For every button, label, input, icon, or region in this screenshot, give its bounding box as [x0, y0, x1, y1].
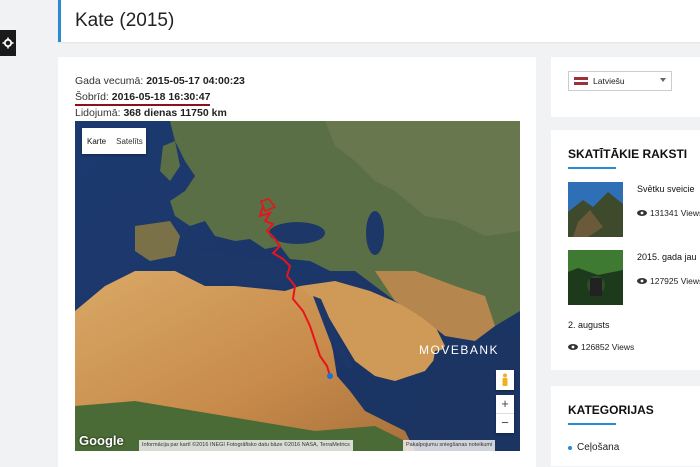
categories-heading: KATEGORIJAS	[568, 403, 654, 417]
terms-link[interactable]: Pakalpojumu sniegšanas noteikumi	[403, 440, 496, 451]
now-value: 2016-05-18 16:30:47	[111, 91, 211, 103]
map-type-satellite-button[interactable]: Satelīts	[111, 137, 148, 146]
main-content: Gada vecumā: 2015-05-17 04:00:23 Šobrīd:…	[58, 57, 536, 467]
movebank-logo: MOVEBANK	[419, 343, 500, 357]
language-widget: Latviešu	[551, 57, 700, 117]
tracking-info: Gada vecumā: 2015-05-17 04:00:23 Šobrīd:…	[75, 73, 245, 121]
map-type-map-button[interactable]: Karte	[82, 137, 111, 146]
bullet-icon	[568, 445, 572, 450]
flight-label: Lidojumā:	[75, 107, 121, 119]
category-item[interactable]: Ceļošana	[568, 442, 619, 453]
post-views: 131341 Views	[637, 208, 700, 218]
post-title[interactable]: 2. augusts	[568, 320, 610, 330]
post-views: 127925 Views	[637, 276, 700, 286]
category-label[interactable]: Ceļošana	[577, 442, 619, 453]
list-item[interactable]: 2015. gada jau 127925 Views	[568, 250, 700, 306]
zoom-in-button[interactable]: +	[496, 395, 514, 414]
post-title[interactable]: 2015. gada jau	[637, 252, 697, 262]
post-title[interactable]: Svētku sveicie	[637, 184, 695, 194]
map-type-control: Karte Satelīts	[82, 128, 146, 154]
chevron-down-icon	[660, 78, 666, 82]
list-item[interactable]: Svētku sveicie 131341 Views	[568, 182, 700, 238]
now-row: Šobrīd: 2016-05-18 16:30:47	[75, 89, 245, 106]
categories-widget: KATEGORIJAS Ceļošana	[551, 386, 700, 466]
satellite-map-image	[75, 121, 520, 451]
google-logo: Google	[79, 433, 124, 448]
heading-underline	[568, 423, 616, 425]
list-item[interactable]: 2. augusts 126852 Views	[568, 318, 700, 358]
age-row: Gada vecumā: 2015-05-17 04:00:23	[75, 73, 245, 89]
flight-row: Lidojumā: 368 dienas 11750 km	[75, 105, 245, 121]
post-thumbnail[interactable]	[568, 182, 623, 237]
settings-gear-icon[interactable]	[0, 30, 16, 56]
language-select[interactable]: Latviešu	[568, 71, 672, 91]
map-attribution: Informācija par kartī ©2016 INEGI Fotogr…	[139, 440, 353, 451]
migration-map[interactable]: Karte Satelīts MOVEBANK + − Google Infor…	[75, 121, 520, 451]
language-selected: Latviešu	[593, 76, 625, 86]
age-label: Gada vecumā:	[75, 75, 144, 87]
post-thumbnail[interactable]	[568, 250, 623, 305]
popular-posts-widget: SKATĪTĀKIE RAKSTI Svētku sveicie 131341 …	[551, 130, 700, 370]
flight-value: 368 dienas 11750 km	[123, 107, 227, 119]
zoom-control: + −	[496, 395, 514, 433]
latvia-flag-icon	[574, 77, 588, 85]
now-label: Šobrīd:	[75, 91, 109, 103]
page-title: Kate (2015)	[75, 10, 175, 31]
age-value: 2015-05-17 04:00:23	[146, 75, 245, 87]
eye-icon	[637, 210, 647, 216]
zoom-out-button[interactable]: −	[496, 414, 514, 433]
page-header: Kate (2015)	[58, 0, 700, 42]
street-view-pegman-icon[interactable]	[496, 370, 514, 390]
eye-icon	[568, 344, 578, 350]
eye-icon	[637, 278, 647, 284]
post-views: 126852 Views	[568, 342, 634, 352]
heading-underline	[568, 167, 616, 169]
popular-heading: SKATĪTĀKIE RAKSTI	[568, 147, 688, 161]
